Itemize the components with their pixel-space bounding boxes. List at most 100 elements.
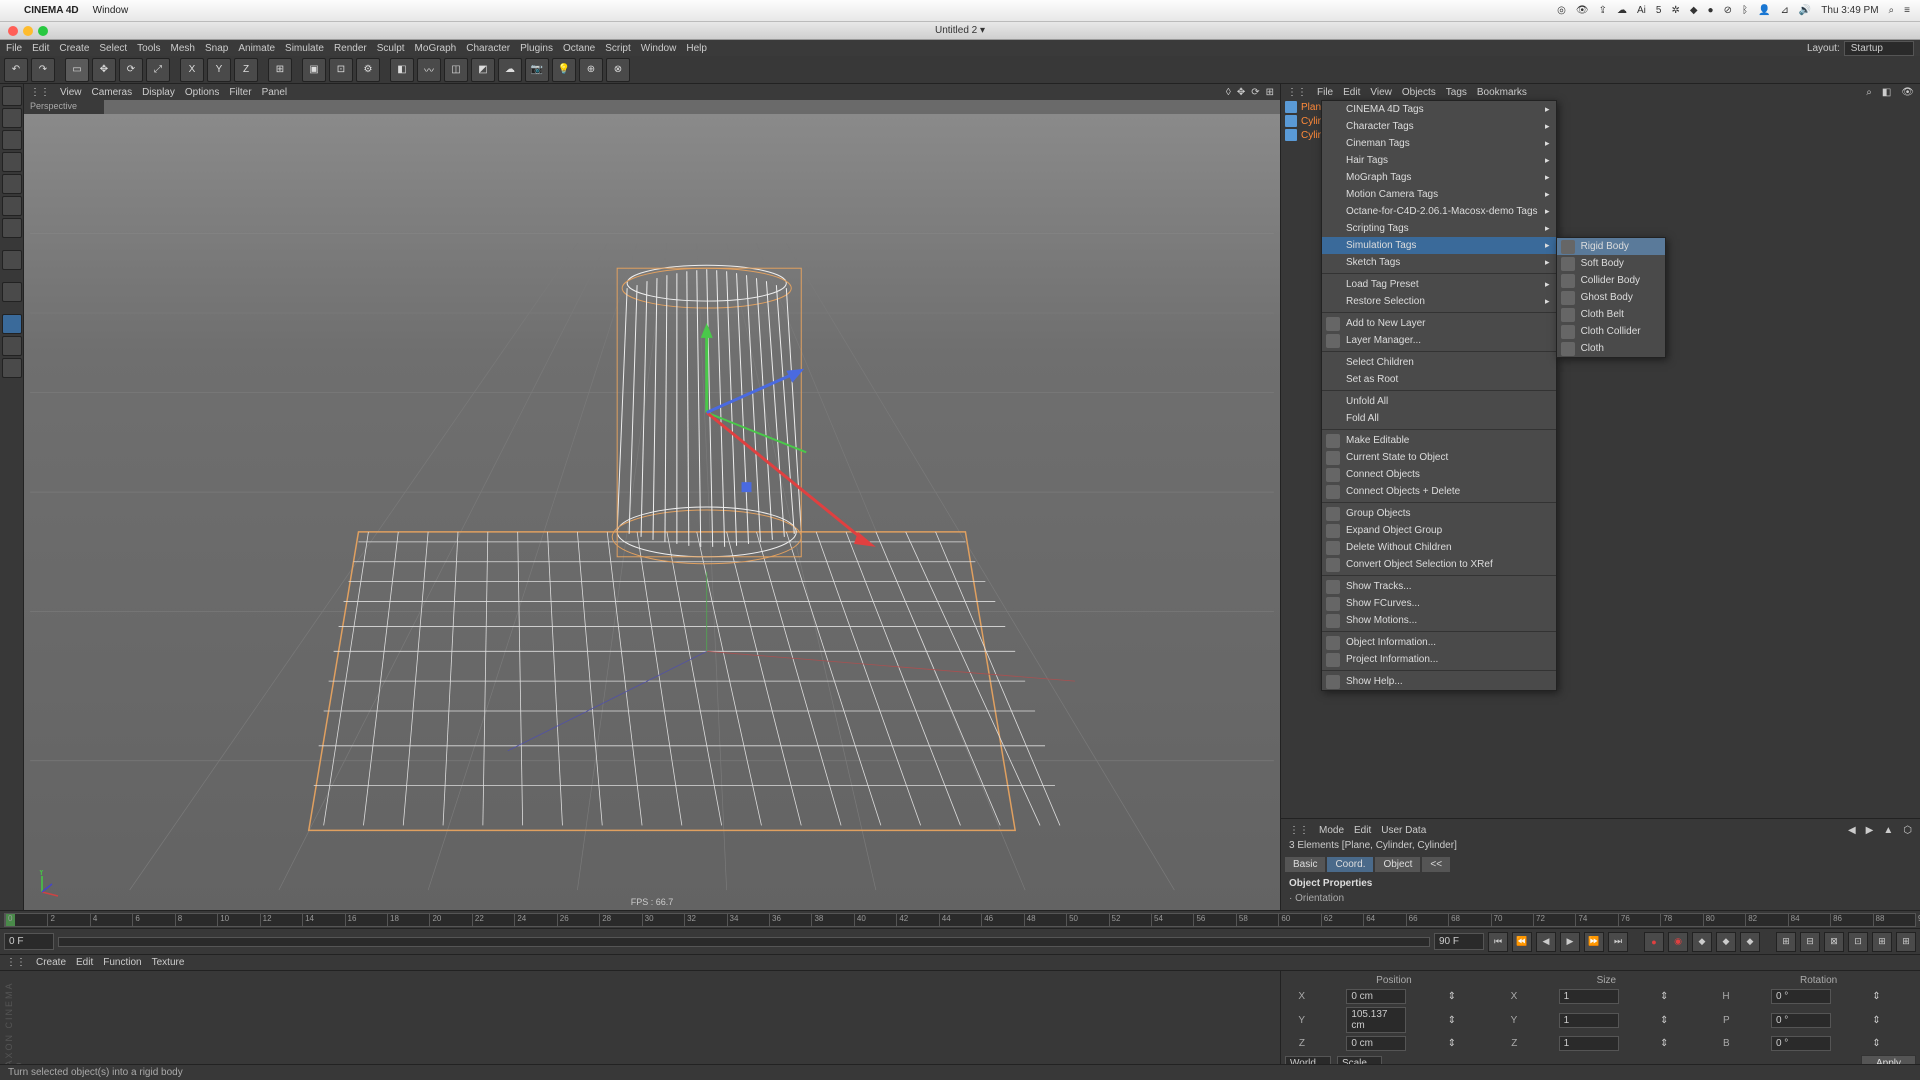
search-icon[interactable]: ⌕ bbox=[1866, 87, 1872, 98]
tool-button[interactable] bbox=[2, 358, 22, 378]
play-button[interactable]: ▶ bbox=[1560, 932, 1580, 952]
key-opt-button[interactable]: ⊞ bbox=[1776, 932, 1796, 952]
menu-snap[interactable]: Snap bbox=[205, 43, 228, 54]
vp-nav-icon[interactable]: ⊞ bbox=[1266, 87, 1274, 98]
environment-button[interactable]: ☁ bbox=[498, 58, 522, 82]
stepper-icon[interactable]: ⇕ bbox=[1872, 1038, 1916, 1049]
close-icon[interactable] bbox=[8, 26, 18, 36]
stepper-icon[interactable]: ⇕ bbox=[1448, 1038, 1492, 1049]
menu-file[interactable]: File bbox=[6, 43, 22, 54]
tab-more[interactable]: << bbox=[1422, 857, 1450, 872]
step-back-button[interactable]: ⏪ bbox=[1512, 932, 1532, 952]
key-pos-button[interactable]: ◆ bbox=[1692, 932, 1712, 952]
status-icon[interactable]: ● bbox=[1708, 5, 1714, 16]
undo-button[interactable]: ↶ bbox=[4, 58, 28, 82]
tool-button[interactable] bbox=[2, 282, 22, 302]
ctx-item[interactable]: Group Objects bbox=[1322, 505, 1556, 522]
tab-coord[interactable]: Coord. bbox=[1327, 857, 1373, 872]
point-mode-button[interactable] bbox=[2, 174, 22, 194]
menu-plugins[interactable]: Plugins bbox=[520, 43, 553, 54]
tool-button[interactable] bbox=[2, 314, 22, 334]
grip-icon[interactable]: ⋮⋮ bbox=[1287, 87, 1307, 98]
menu-mesh[interactable]: Mesh bbox=[171, 43, 195, 54]
rot-p-input[interactable]: 0 ° bbox=[1771, 1013, 1831, 1028]
clock[interactable]: Thu 3:49 PM bbox=[1821, 5, 1878, 16]
mat-menu-function[interactable]: Function bbox=[103, 957, 141, 968]
redo-button[interactable]: ↷ bbox=[31, 58, 55, 82]
pos-x-input[interactable]: 0 cm bbox=[1346, 989, 1406, 1004]
live-select-button[interactable]: ▭ bbox=[65, 58, 89, 82]
ctx-item[interactable]: Project Information... bbox=[1322, 651, 1556, 668]
ctx-item[interactable]: Cineman Tags bbox=[1322, 135, 1556, 152]
menu-help[interactable]: Help bbox=[686, 43, 707, 54]
next-frame-button[interactable]: ⏩ bbox=[1584, 932, 1604, 952]
generator-button[interactable]: ◫ bbox=[444, 58, 468, 82]
submenu-item[interactable]: Collider Body bbox=[1557, 272, 1665, 289]
om-menu-view[interactable]: View bbox=[1370, 87, 1392, 98]
bluetooth-icon[interactable]: ᛒ bbox=[1742, 5, 1748, 16]
ctx-item[interactable]: CINEMA 4D Tags bbox=[1322, 101, 1556, 118]
stepper-icon[interactable]: ⇕ bbox=[1448, 1015, 1492, 1026]
workplane-mode-button[interactable] bbox=[2, 152, 22, 172]
light-button[interactable]: 💡 bbox=[552, 58, 576, 82]
status-icon[interactable]: ◆ bbox=[1690, 5, 1698, 16]
size-z-input[interactable]: 1 bbox=[1559, 1036, 1619, 1051]
ctx-item[interactable]: Motion Camera Tags bbox=[1322, 186, 1556, 203]
prev-frame-button[interactable]: ◀ bbox=[1536, 932, 1556, 952]
size-y-input[interactable]: 1 bbox=[1559, 1013, 1619, 1028]
spotlight-icon[interactable]: ⌕ bbox=[1889, 5, 1895, 16]
key-opt-button[interactable]: ⊞ bbox=[1896, 932, 1916, 952]
ctx-item[interactable]: Layer Manager... bbox=[1322, 332, 1556, 349]
status-icon[interactable]: ⇪ bbox=[1599, 5, 1607, 16]
om-menu-bookmarks[interactable]: Bookmarks bbox=[1477, 87, 1527, 98]
submenu-item[interactable]: Cloth Collider bbox=[1557, 323, 1665, 340]
tool-button[interactable]: ⊕ bbox=[579, 58, 603, 82]
ctx-item[interactable]: Convert Object Selection to XRef bbox=[1322, 556, 1556, 573]
vp-menu-display[interactable]: Display bbox=[142, 87, 175, 98]
stepper-icon[interactable]: ⇕ bbox=[1448, 991, 1492, 1002]
render-view-button[interactable]: ▣ bbox=[302, 58, 326, 82]
stepper-icon[interactable]: ⇕ bbox=[1660, 1038, 1704, 1049]
nav-up-icon[interactable]: ▲ bbox=[1883, 825, 1893, 836]
viewport-3d[interactable]: Y FPS : 66.7 bbox=[24, 114, 1280, 910]
attr-userdata[interactable]: User Data bbox=[1381, 825, 1426, 836]
ctx-item[interactable]: Object Information... bbox=[1322, 634, 1556, 651]
status-icon[interactable]: ☁ bbox=[1617, 5, 1627, 16]
stepper-icon[interactable]: ⇕ bbox=[1660, 991, 1704, 1002]
coord-system-button[interactable]: ⊞ bbox=[268, 58, 292, 82]
render-pv-button[interactable]: ⊡ bbox=[329, 58, 353, 82]
poly-mode-button[interactable] bbox=[2, 218, 22, 238]
autokey-button[interactable]: ◉ bbox=[1668, 932, 1688, 952]
ctx-item[interactable]: Octane-for-C4D-2.06.1-Macosx-demo Tags bbox=[1322, 203, 1556, 220]
ctx-item[interactable]: Current State to Object bbox=[1322, 449, 1556, 466]
key-opt-button[interactable]: ⊡ bbox=[1848, 932, 1868, 952]
vp-nav-icon[interactable]: ⟳ bbox=[1251, 87, 1259, 98]
range-slider[interactable] bbox=[58, 937, 1430, 947]
layout-select[interactable]: Startup bbox=[1844, 41, 1914, 56]
menu-sculpt[interactable]: Sculpt bbox=[377, 43, 405, 54]
mat-menu-edit[interactable]: Edit bbox=[76, 957, 93, 968]
move-button[interactable]: ✥ bbox=[92, 58, 116, 82]
stepper-icon[interactable]: ⇕ bbox=[1660, 1015, 1704, 1026]
rot-b-input[interactable]: 0 ° bbox=[1771, 1036, 1831, 1051]
grip-icon[interactable]: ⋮⋮ bbox=[1289, 825, 1309, 836]
menu-edit[interactable]: Edit bbox=[32, 43, 49, 54]
frame-end-input[interactable]: 90 F bbox=[1434, 933, 1484, 950]
pos-y-input[interactable]: 105.137 cm bbox=[1346, 1007, 1406, 1033]
ctx-item[interactable]: Connect Objects + Delete bbox=[1322, 483, 1556, 500]
object-tree[interactable]: Plane Cylinder Cylinder CINEMA 4D TagsCh… bbox=[1281, 100, 1920, 818]
status-icon[interactable]: ◎ bbox=[1557, 5, 1566, 16]
lock-icon[interactable]: ⬡ bbox=[1903, 825, 1912, 836]
model-mode-button[interactable] bbox=[2, 86, 22, 106]
timeline-ruler[interactable]: 0246810121416182022242628303234363840424… bbox=[4, 913, 1916, 927]
submenu-item[interactable]: Ghost Body bbox=[1557, 289, 1665, 306]
app-name[interactable]: CINEMA 4D bbox=[24, 5, 79, 16]
record-button[interactable]: ● bbox=[1644, 932, 1664, 952]
status-icon[interactable]: ✲ bbox=[1671, 5, 1679, 16]
menu-animate[interactable]: Animate bbox=[238, 43, 275, 54]
submenu-item[interactable]: Cloth Belt bbox=[1557, 306, 1665, 323]
menu-render[interactable]: Render bbox=[334, 43, 367, 54]
axis-x-button[interactable]: X bbox=[180, 58, 204, 82]
om-menu-objects[interactable]: Objects bbox=[1402, 87, 1436, 98]
status-icon[interactable]: ⊘ bbox=[1724, 5, 1732, 16]
